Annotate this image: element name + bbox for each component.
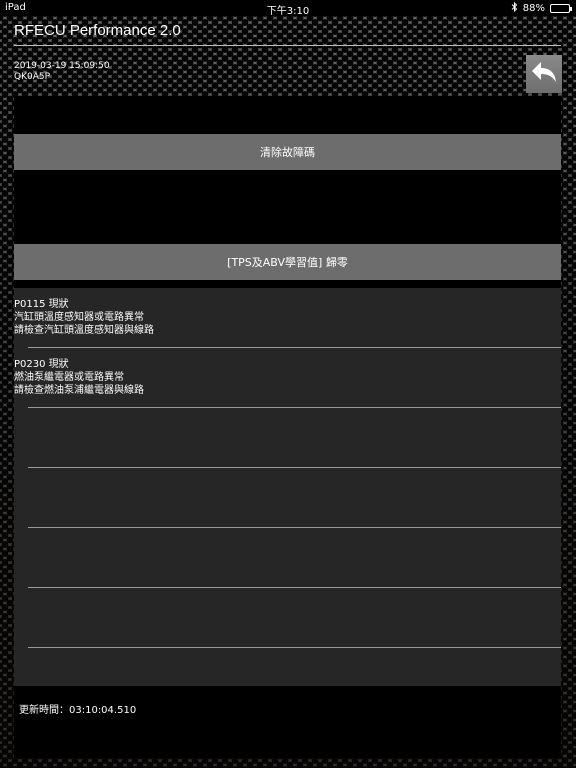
title-divider <box>14 45 561 46</box>
vehicle-meta: 2019-03-19 15:09:50 QK0A5P <box>14 61 110 83</box>
app-title: RFECU Performance 2.0 <box>14 22 181 39</box>
fault-code-status: P0230 現狀 <box>14 359 69 370</box>
fault-code-status: P0115 現狀 <box>14 299 69 310</box>
battery-icon <box>550 4 572 13</box>
fault-description: 燃油泵繼電器或電路異常 <box>14 372 124 383</box>
reset-tps-abv-button[interactable]: [TPS及ABV學習值] 歸零 <box>14 244 561 280</box>
vehicle-code: QK0A5P <box>14 72 51 82</box>
fault-row[interactable]: P0115 現狀 汽缸頭溫度感知器或電路異常 請檢查汽缸頭溫度感知器與線路 <box>14 288 561 348</box>
session-datetime: 2019-03-19 15:09:50 <box>14 61 110 71</box>
empty-row <box>14 408 561 468</box>
fault-row[interactable]: P0230 現狀 燃油泵繼電器或電路異常 請檢查燃油泵浦繼電器與線路 <box>14 348 561 408</box>
spacer-panel <box>14 280 561 288</box>
fault-advice: 請檢查燃油泵浦繼電器與線路 <box>14 385 144 396</box>
status-time: 下午3:10 <box>266 6 310 17</box>
empty-row <box>14 468 561 528</box>
battery-percent: 88% <box>522 3 545 14</box>
bluetooth-icon <box>511 1 518 15</box>
status-right: 88% <box>511 1 572 15</box>
back-arrow-icon <box>530 60 558 88</box>
fault-advice: 請檢查汽缸頭溫度感知器與線路 <box>14 325 154 336</box>
empty-row <box>14 588 561 648</box>
fault-description: 汽缸頭溫度感知器或電路異常 <box>14 312 144 323</box>
fault-list: P0115 現狀 汽缸頭溫度感知器或電路異常 請檢查汽缸頭溫度感知器與線路 P0… <box>14 288 561 686</box>
empty-row <box>14 528 561 588</box>
top-panel <box>14 96 561 134</box>
update-time: 更新時間：03:10:04.510 <box>19 705 137 716</box>
clear-codes-button[interactable]: 清除故障碼 <box>14 134 561 170</box>
footer-panel: 更新時間：03:10:04.510 <box>14 686 561 758</box>
row-divider <box>28 647 561 648</box>
status-bar: iPad 下午3:10 88% <box>0 0 576 17</box>
back-button[interactable] <box>526 55 562 93</box>
middle-panel <box>14 170 561 244</box>
